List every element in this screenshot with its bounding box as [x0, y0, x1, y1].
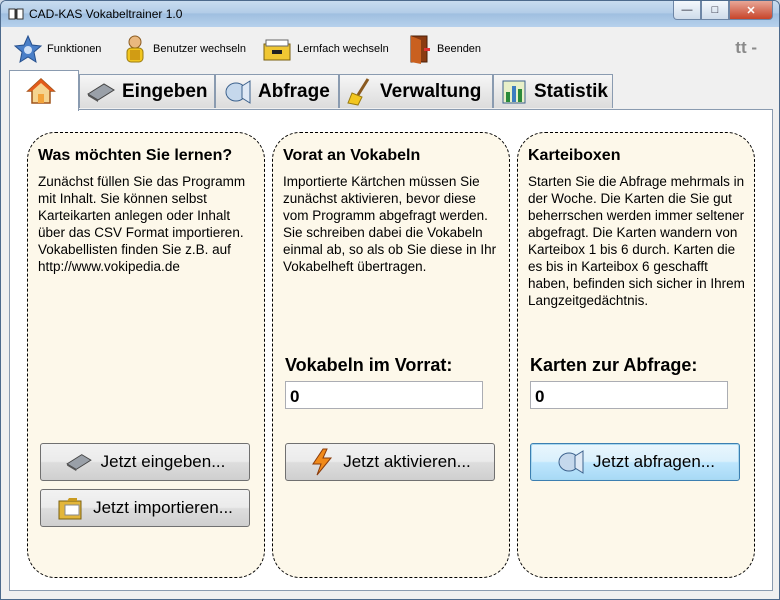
- card-learn-title: Was möchten Sie lernen?: [38, 147, 233, 164]
- cards-due-label: Karten zur Abfrage:: [530, 355, 698, 375]
- file-box-icon: [263, 39, 291, 61]
- card-boxes: Karteiboxen Starten Sie die Abfrage mehr…: [517, 132, 755, 578]
- import-now-button[interactable]: Jetzt importieren...: [40, 489, 250, 527]
- window-title: CAD-KAS Vokabeltrainer 1.0: [29, 7, 183, 21]
- card-learn: Was möchten Sie lernen? Zunächst füllen …: [27, 132, 265, 578]
- card-input-icon: [65, 454, 92, 472]
- home-tab-content: Was möchten Sie lernen? Zunächst füllen …: [9, 109, 773, 591]
- card-stock-text: Importierte Kärtchen müssen Sie zunächst…: [283, 174, 497, 274]
- maximize-button[interactable]: □: [701, 1, 729, 20]
- user-icon: [126, 35, 144, 63]
- activate-now-button[interactable]: Jetzt aktivieren...: [285, 443, 495, 481]
- tab-abfrage[interactable]: Abfrage: [215, 74, 339, 108]
- cards-due-field[interactable]: 0: [530, 381, 728, 409]
- card-boxes-title: Karteiboxen: [528, 147, 621, 164]
- star-functions-icon: [13, 34, 43, 64]
- query-lamp-icon: [558, 450, 584, 474]
- tab-statistik[interactable]: Statistik: [493, 74, 613, 108]
- close-button[interactable]: ✕: [729, 1, 773, 20]
- toolbar-functions-button[interactable]: Funktionen: [13, 34, 101, 64]
- card-stock: Vorat an Vokabeln Importierte Kärtchen m…: [272, 132, 510, 578]
- toolbar-exit-button[interactable]: Beenden: [407, 34, 481, 64]
- app-window: CAD-KAS Vokabeltrainer 1.0 — □ ✕ Funktio…: [0, 0, 780, 600]
- broom-icon: [347, 77, 370, 106]
- card-boxes-text: Starten Sie die Abfrage mehrmals in der …: [528, 174, 745, 308]
- lightning-icon: [312, 448, 333, 476]
- minimize-button[interactable]: —: [673, 1, 701, 20]
- enter-now-button[interactable]: Jetzt eingeben...: [40, 443, 250, 481]
- query-lamp-icon: [225, 79, 251, 104]
- tab-verwaltung[interactable]: Verwaltung: [339, 74, 493, 108]
- exit-door-icon: [410, 35, 430, 64]
- tab-home[interactable]: [9, 70, 79, 111]
- home-icon: [26, 77, 56, 104]
- tab-bar: Eingeben Abfrage Verwaltung Statistik: [9, 70, 779, 111]
- card-input-icon: [87, 82, 115, 102]
- tab-eingeben[interactable]: Eingeben: [79, 74, 215, 108]
- vocab-stock-field[interactable]: 0: [285, 381, 483, 409]
- query-now-button[interactable]: Jetzt abfragen...: [530, 443, 740, 481]
- toolbar-switch-user-button[interactable]: Benutzer wechseln: [121, 34, 246, 64]
- toolbar: Funktionen Benutzer wechseln Lernfach we…: [1, 28, 779, 70]
- chart-icon: [502, 80, 526, 103]
- folder-import-icon: [58, 498, 82, 520]
- card-stock-title: Vorat an Vokabeln: [283, 147, 421, 164]
- title-bar[interactable]: CAD-KAS Vokabeltrainer 1.0 — □ ✕: [1, 1, 779, 27]
- vocab-stock-label: Vokabeln im Vorrat:: [285, 355, 453, 375]
- card-learn-text: Zunächst füllen Sie das Programm mit Inh…: [38, 174, 246, 274]
- toolbar-switch-subject-button[interactable]: Lernfach wechseln: [261, 34, 389, 64]
- book-app-icon: [8, 8, 24, 20]
- user-badge[interactable]: tt -: [735, 38, 757, 58]
